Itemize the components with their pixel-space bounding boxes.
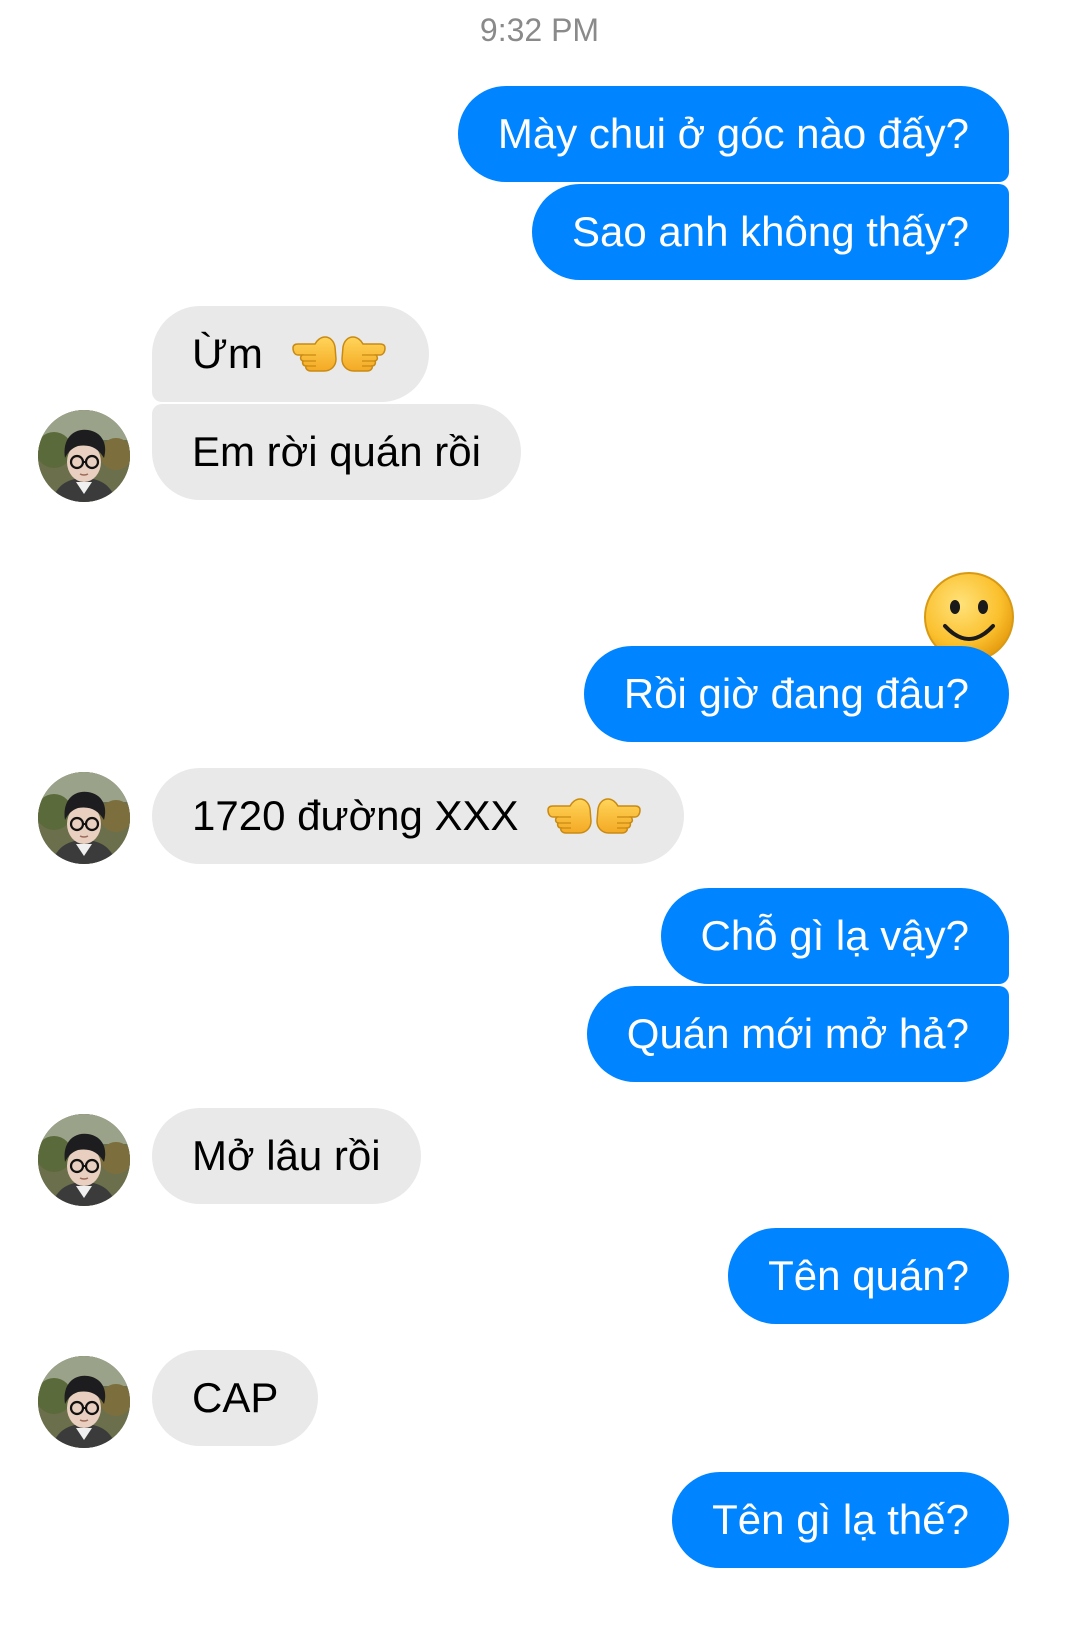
message-text: Mở lâu rồi [192, 1132, 381, 1179]
outgoing-message[interactable]: Tên quán? [728, 1228, 1009, 1324]
pointing-hands-emoji [544, 793, 644, 837]
message-text: Mày chui ở góc nào đấy? [497, 110, 969, 157]
outgoing-message[interactable]: Sao anh không thấy? [532, 184, 1009, 280]
incoming-message[interactable]: 1720 đường XXX [152, 768, 685, 864]
message-text: Tên gì lạ thế? [712, 1496, 969, 1543]
avatar[interactable] [38, 772, 130, 864]
avatar[interactable] [38, 1114, 130, 1206]
message-text: Rồi giờ đang đâu? [623, 670, 969, 717]
message-text: Quán mới mở hả? [626, 1010, 969, 1057]
incoming-message[interactable]: CAP [152, 1350, 319, 1446]
pointing-left-icon [291, 336, 337, 372]
outgoing-message[interactable]: Rồi giờ đang đâu? [583, 646, 1009, 742]
pointing-right-icon [340, 336, 386, 372]
pointing-hands-emoji [289, 331, 389, 375]
incoming-message[interactable]: Mở lâu rồi [152, 1108, 421, 1204]
outgoing-message[interactable]: Tên gì lạ thế? [672, 1472, 1009, 1568]
pointing-right-icon [596, 798, 641, 834]
message-text: Sao anh không thấy? [572, 208, 969, 255]
timestamp: 9:32 PM [479, 12, 600, 48]
outgoing-message[interactable]: Quán mới mở hả? [586, 986, 1009, 1082]
incoming-message[interactable]: Em rời quán rồi [152, 404, 521, 500]
message-text: Ừm [192, 330, 263, 377]
message-text: Em rời quán rồi [192, 428, 481, 475]
avatar[interactable] [38, 410, 130, 502]
incoming-message[interactable]: Ừm [152, 306, 429, 402]
message-text: 1720 đường XXX [192, 792, 519, 839]
avatar[interactable] [38, 1356, 130, 1448]
message-text: Chỗ gì lạ vậy? [700, 912, 970, 959]
outgoing-message[interactable]: Chỗ gì lạ vậy? [660, 888, 1009, 984]
outgoing-message[interactable]: Mày chui ở góc nào đấy? [457, 86, 1009, 182]
message-text: CAP [192, 1374, 279, 1421]
pointing-left-icon [547, 798, 592, 834]
message-text: Tên quán? [768, 1252, 969, 1299]
